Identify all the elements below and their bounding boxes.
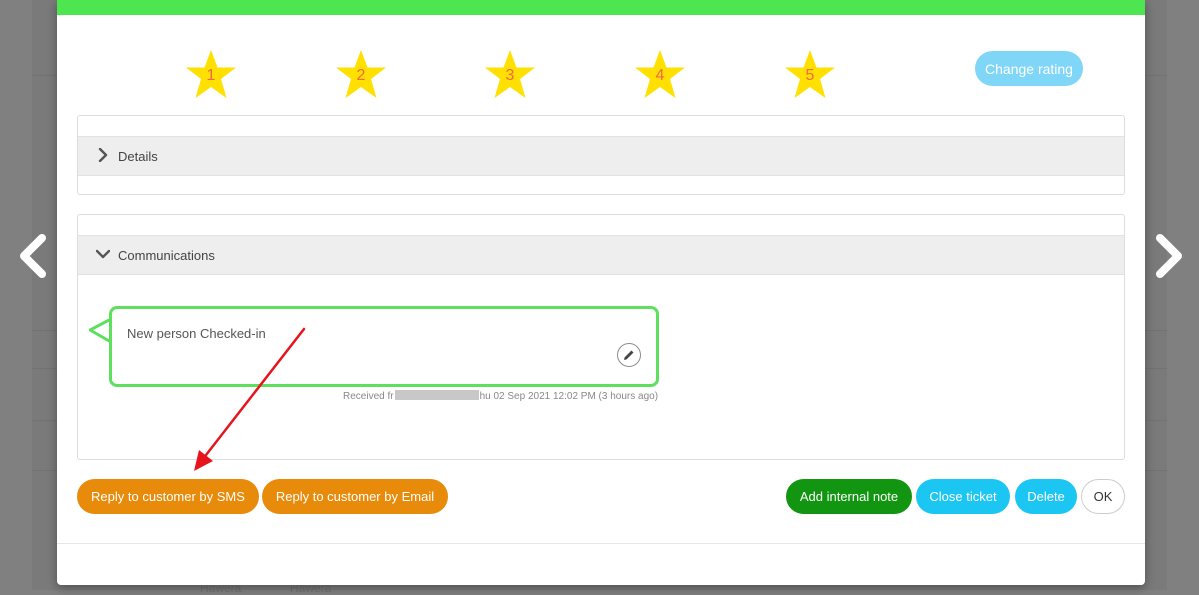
- message-text: New person Checked-in: [127, 326, 266, 341]
- reply-sms-button[interactable]: Reply to customer by SMS: [77, 479, 259, 514]
- details-panel-title: Details: [118, 149, 158, 164]
- edit-message-button[interactable]: [617, 343, 641, 367]
- next-ticket-button[interactable]: [1148, 232, 1188, 280]
- communications-panel-header[interactable]: Communications: [78, 235, 1124, 275]
- chevron-right-icon: [1156, 234, 1182, 278]
- star-number: 4: [655, 67, 665, 84]
- star-number: 5: [805, 67, 815, 84]
- redacted-sender: [394, 390, 479, 400]
- star-rating-4[interactable]: 4: [632, 48, 688, 102]
- communications-panel: Communications New person Checked-in Rec…: [77, 214, 1125, 460]
- add-internal-note-button[interactable]: Add internal note: [786, 479, 912, 514]
- ok-button[interactable]: OK: [1081, 479, 1125, 514]
- ticket-modal: 1 2 3 4 5 Change rating Details Communic…: [57, 0, 1145, 585]
- chevron-down-icon: [96, 247, 110, 261]
- previous-ticket-button[interactable]: [14, 232, 54, 280]
- details-panel-header[interactable]: Details: [78, 136, 1124, 176]
- communications-panel-title: Communications: [118, 248, 215, 263]
- delete-button[interactable]: Delete: [1015, 479, 1077, 514]
- close-ticket-button[interactable]: Close ticket: [916, 479, 1010, 514]
- star-rating-5[interactable]: 5: [782, 48, 838, 102]
- star-rating-3[interactable]: 3: [482, 48, 538, 102]
- message-meta: Received fr hu 02 Sep 2021 12:02 PM (3 ho…: [343, 390, 658, 402]
- details-panel: Details: [77, 115, 1125, 195]
- star-rating-1[interactable]: 1: [183, 48, 239, 102]
- chevron-right-icon: [96, 148, 110, 162]
- star-number: 2: [356, 67, 366, 84]
- modal-header-bar: [57, 0, 1145, 15]
- change-rating-button[interactable]: Change rating: [975, 51, 1083, 86]
- modal-footer-divider: [57, 543, 1145, 544]
- star-rating-2[interactable]: 2: [333, 48, 389, 102]
- message-meta-prefix: Received fr: [343, 391, 394, 402]
- chevron-left-icon: [20, 234, 46, 278]
- star-number: 3: [505, 67, 515, 84]
- message-bubble: New person Checked-in: [109, 306, 659, 387]
- message-meta-suffix: hu 02 Sep 2021 12:02 PM (3 hours ago): [479, 391, 659, 402]
- reply-email-button[interactable]: Reply to customer by Email: [262, 479, 448, 514]
- star-number: 1: [206, 67, 216, 84]
- pencil-icon: [624, 350, 634, 360]
